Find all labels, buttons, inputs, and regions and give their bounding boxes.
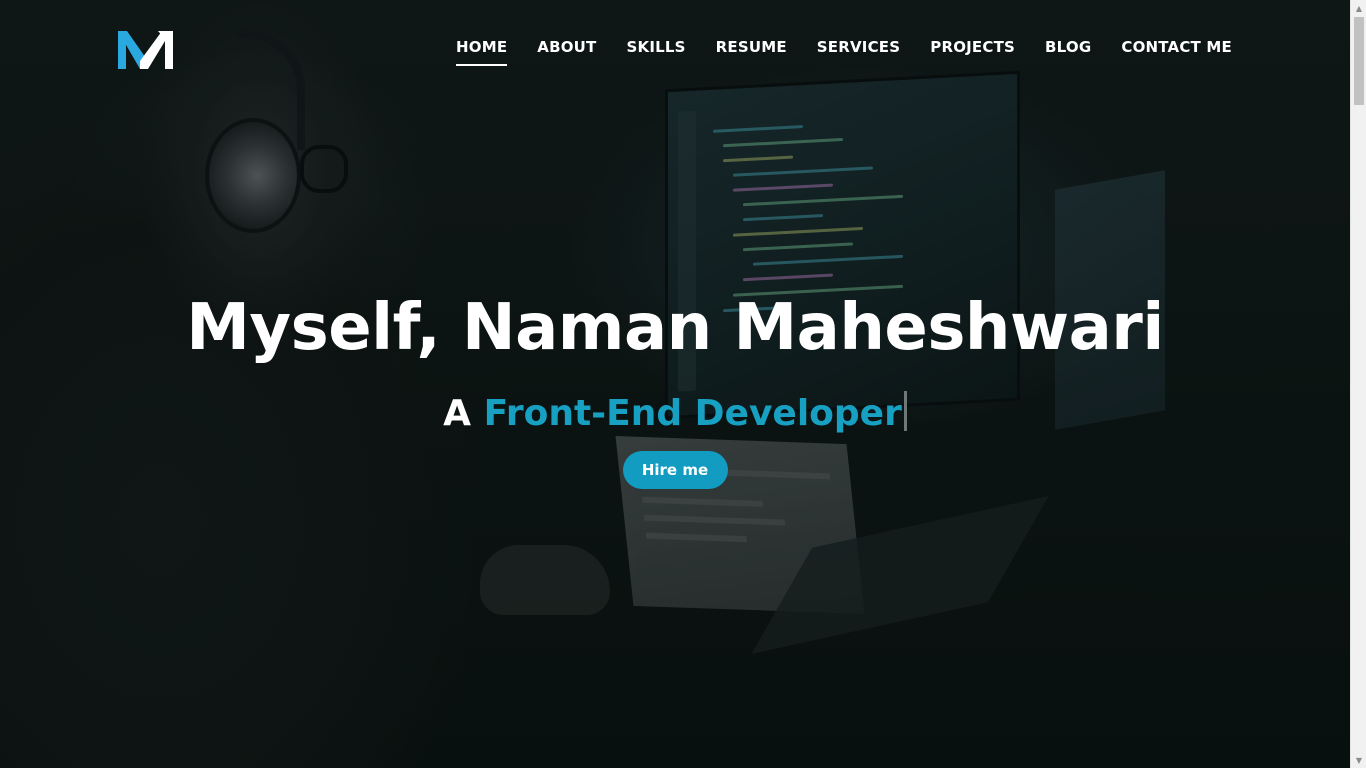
scroll-down-arrow-icon[interactable]: ▼ [1351,752,1366,768]
hero-subtitle: A Front-End Developer [0,391,1350,435]
hero-title: Myself, Naman Maheshwari [186,291,1164,365]
subtitle-prefix: A [443,393,472,434]
nm-logo-icon[interactable] [118,31,174,69]
nav-item-blog[interactable]: BLOG [1045,38,1091,66]
nav-item-about[interactable]: ABOUT [537,38,596,66]
nav-item-resume[interactable]: RESUME [716,38,787,66]
nav-item-services[interactable]: SERVICES [817,38,900,66]
typed-role: Front-End Developer [483,393,902,434]
hero-section: HOME ABOUT SKILLS RESUME SERVICES PROJEC… [0,0,1350,768]
scroll-thumb[interactable] [1354,17,1364,105]
main-nav: HOME ABOUT SKILLS RESUME SERVICES PROJEC… [456,38,1232,66]
nav-item-home[interactable]: HOME [456,38,508,66]
page-scrollbar[interactable]: ▲ ▼ [1350,0,1366,768]
nav-item-projects[interactable]: PROJECTS [930,38,1015,66]
hire-me-button[interactable]: Hire me [622,451,728,489]
scroll-up-arrow-icon[interactable]: ▲ [1351,0,1366,16]
nav-item-skills[interactable]: SKILLS [627,38,686,66]
nm-logo-svg [118,31,173,69]
typing-cursor [903,391,907,431]
hero-content: Myself, Naman Maheshwari A Front-End Dev… [0,288,1350,489]
nav-item-contact-me[interactable]: CONTACT ME [1121,38,1232,66]
